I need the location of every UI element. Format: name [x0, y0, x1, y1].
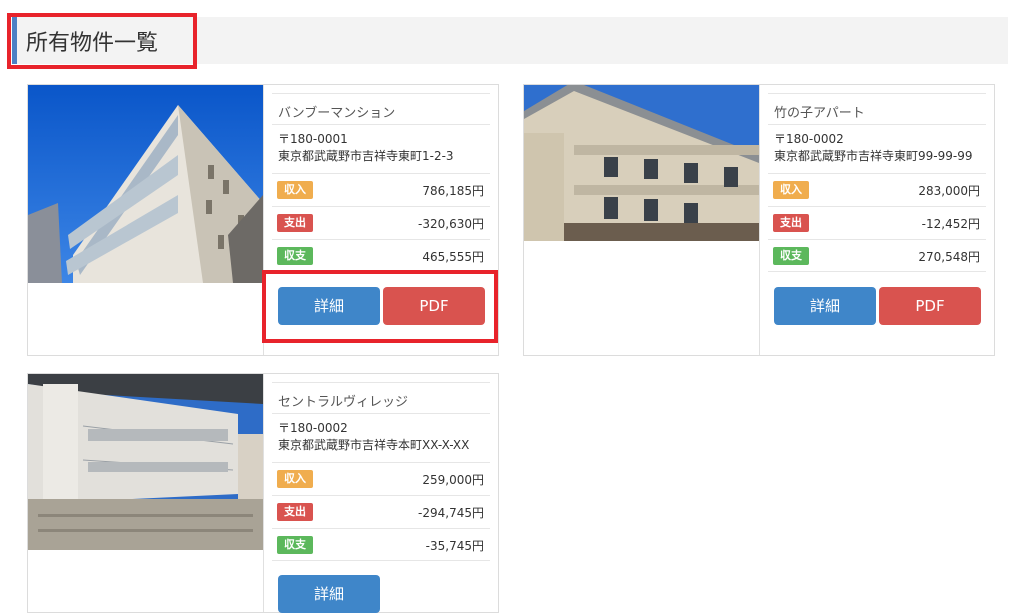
- property-photo: [28, 85, 263, 283]
- property-name: 竹の子アパート: [774, 106, 865, 121]
- balance-badge: 収支: [277, 247, 313, 265]
- expense-badge: 支出: [277, 214, 313, 232]
- income-row: 収入 259,000円: [272, 462, 490, 495]
- income-badge: 収入: [277, 181, 313, 199]
- property-name-row: セントラルヴィレッジ: [272, 382, 490, 413]
- pdf-button[interactable]: PDF: [879, 287, 981, 325]
- pdf-button[interactable]: PDF: [383, 287, 485, 325]
- property-name-row: 竹の子アパート: [768, 93, 986, 124]
- address-row: 〒180-0002 東京都武蔵野市吉祥寺本町XX-X-XX: [272, 413, 490, 462]
- balance-row: 収支 465,555円: [272, 239, 490, 272]
- balance-badge: 収支: [277, 536, 313, 554]
- detail-button[interactable]: 詳細: [278, 575, 380, 613]
- address-block: 〒180-0002 東京都武蔵野市吉祥寺本町XX-X-XX: [278, 420, 469, 454]
- property-info: セントラルヴィレッジ 〒180-0002 東京都武蔵野市吉祥寺本町XX-X-XX…: [263, 374, 498, 613]
- balance-amount: 270,548円: [918, 250, 980, 264]
- postal-code: 〒180-0001: [278, 132, 348, 146]
- address-text: 東京都武蔵野市吉祥寺東町99-99-99: [774, 149, 973, 163]
- income-amount: 786,185円: [422, 184, 484, 198]
- balance-row: 収支 270,548円: [768, 239, 986, 272]
- income-row: 収入 786,185円: [272, 173, 490, 206]
- property-info: 竹の子アパート 〒180-0002 東京都武蔵野市吉祥寺東町99-99-99 収…: [759, 85, 994, 355]
- property-info: バンブーマンション 〒180-0001 東京都武蔵野市吉祥寺東町1-2-3 収入…: [263, 85, 498, 355]
- balance-row: 収支 -35,745円: [272, 528, 490, 561]
- property-name: バンブーマンション: [278, 106, 396, 121]
- address-block: 〒180-0002 東京都武蔵野市吉祥寺東町99-99-99: [774, 131, 972, 165]
- expense-row: 支出 -12,452円: [768, 206, 986, 239]
- property-name: セントラルヴィレッジ: [278, 395, 409, 410]
- income-row: 収入 283,000円: [768, 173, 986, 206]
- income-badge: 収入: [773, 181, 809, 199]
- expense-row: 支出 -294,745円: [272, 495, 490, 528]
- address-row: 〒180-0002 東京都武蔵野市吉祥寺東町99-99-99: [768, 124, 986, 173]
- detail-button[interactable]: 詳細: [278, 287, 380, 325]
- address-row: 〒180-0001 東京都武蔵野市吉祥寺東町1-2-3: [272, 124, 490, 173]
- income-amount: 259,000円: [422, 473, 484, 487]
- property-name-row: バンブーマンション: [272, 93, 490, 124]
- property-card-3: セントラルヴィレッジ 〒180-0002 東京都武蔵野市吉祥寺本町XX-X-XX…: [27, 373, 499, 613]
- detail-button[interactable]: 詳細: [774, 287, 876, 325]
- property-card-1: バンブーマンション 〒180-0001 東京都武蔵野市吉祥寺東町1-2-3 収入…: [27, 84, 499, 356]
- expense-amount: -320,630円: [418, 217, 484, 231]
- property-photo: [524, 85, 759, 241]
- property-card-2: 竹の子アパート 〒180-0002 東京都武蔵野市吉祥寺東町99-99-99 収…: [523, 84, 995, 356]
- expense-row: 支出 -320,630円: [272, 206, 490, 239]
- address-text: 東京都武蔵野市吉祥寺東町1-2-3: [278, 149, 454, 163]
- postal-code: 〒180-0002: [774, 132, 844, 146]
- address-block: 〒180-0001 東京都武蔵野市吉祥寺東町1-2-3: [278, 131, 454, 165]
- income-amount: 283,000円: [918, 184, 980, 198]
- balance-amount: -35,745円: [425, 539, 484, 553]
- page-header: 所有物件一覧: [12, 17, 1008, 64]
- postal-code: 〒180-0002: [278, 421, 348, 435]
- property-photo: [28, 374, 263, 550]
- income-badge: 収入: [277, 470, 313, 488]
- expense-amount: -294,745円: [418, 506, 484, 520]
- expense-amount: -12,452円: [921, 217, 980, 231]
- page-title: 所有物件一覧: [26, 31, 159, 56]
- address-text: 東京都武蔵野市吉祥寺本町XX-X-XX: [278, 438, 470, 452]
- expense-badge: 支出: [773, 214, 809, 232]
- balance-amount: 465,555円: [422, 250, 484, 264]
- expense-badge: 支出: [277, 503, 313, 521]
- balance-badge: 収支: [773, 247, 809, 265]
